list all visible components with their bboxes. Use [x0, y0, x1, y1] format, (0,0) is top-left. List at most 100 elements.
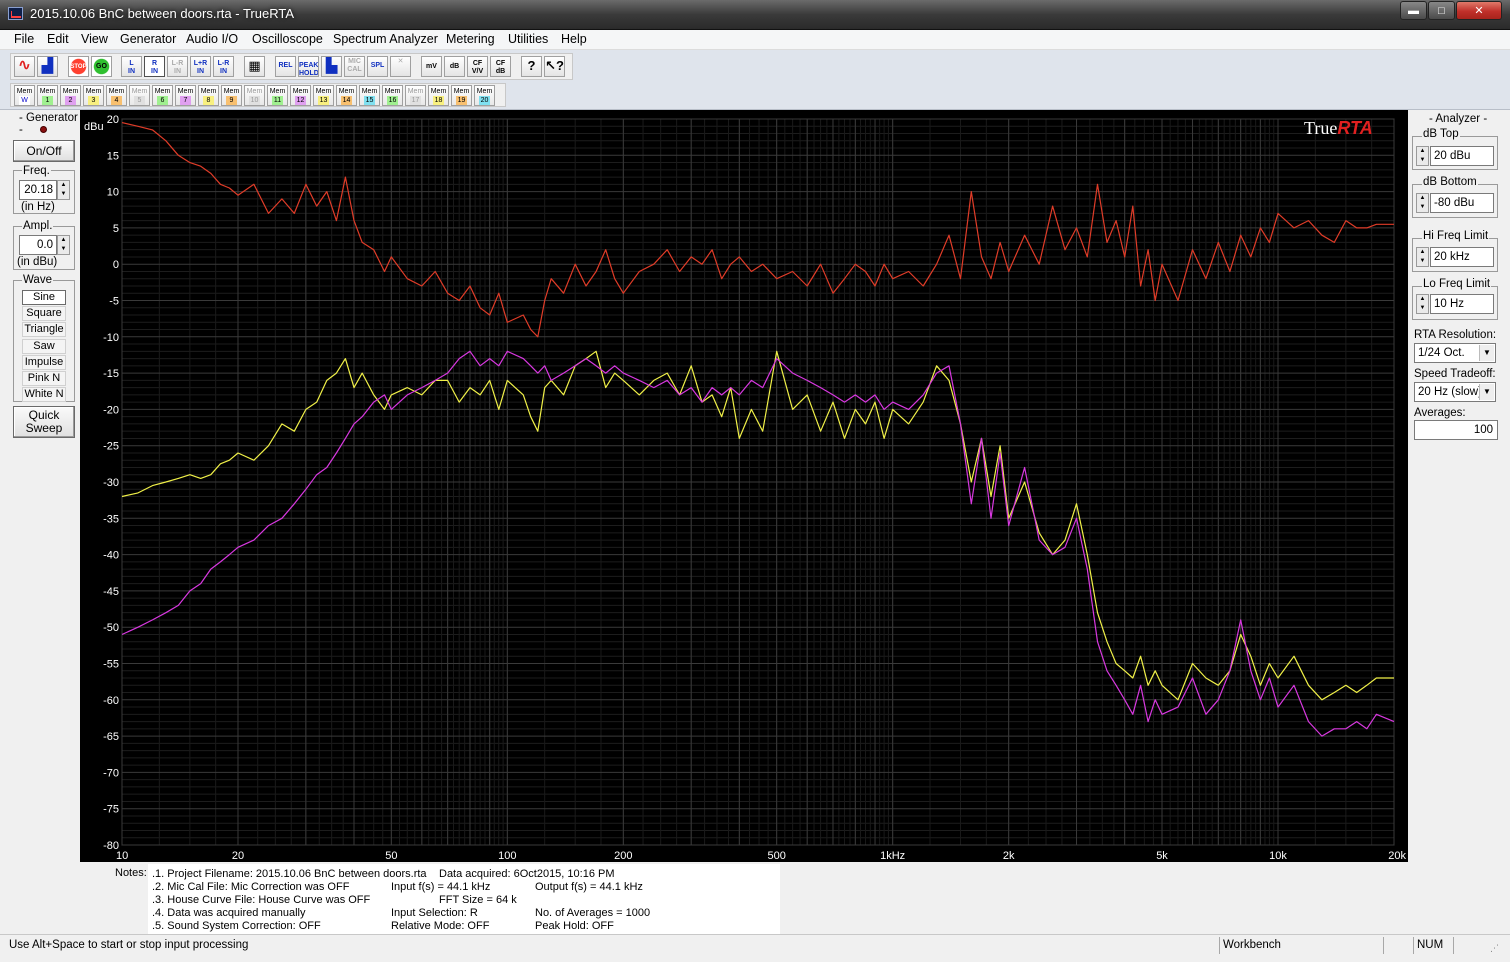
wave-pink-noise-button[interactable]: Pink N	[22, 371, 66, 386]
wave-white-noise-button[interactable]: White N	[22, 387, 66, 402]
lo-freq-input[interactable]: 10 Hz	[1430, 294, 1494, 314]
memory-number: 1	[42, 96, 53, 105]
hi-freq-input[interactable]: 20 kHz	[1430, 247, 1494, 267]
toolbar-lpr-in-button[interactable]: L+R IN	[190, 56, 211, 77]
memory-4-button[interactable]: Mem 4	[106, 85, 127, 106]
memory-1-button[interactable]: Mem 1	[37, 85, 58, 106]
toolbar-lmr-in-label: L-R	[217, 60, 230, 67]
toolbar-mic-cal-button[interactable]: MIC CAL	[344, 56, 365, 77]
note-input-selection: Input Selection: R	[391, 907, 478, 919]
ampl-input[interactable]: 0.0	[19, 235, 57, 255]
hi-freq-label: Hi Freq Limit	[1422, 230, 1490, 242]
toolbar-cf-vv-button[interactable]: CF V/V	[467, 56, 488, 77]
memory-3-button[interactable]: Mem 3	[83, 85, 104, 106]
memory-12-button[interactable]: Mem 12	[290, 85, 311, 106]
freq-input[interactable]: 20.18	[19, 180, 57, 200]
toolbar-cf-db-button[interactable]: CF dB	[490, 56, 511, 77]
spectrum-chart[interactable]: 20 15 10 5 0 -5 -10 -15 -20 -25 -30 -35 -40 -45 -50 -55…	[80, 110, 1408, 862]
memory-10-button[interactable]: Mem 10	[244, 85, 265, 106]
memory-5-button[interactable]: Mem 5	[129, 85, 150, 106]
db-bottom-spin-icon[interactable]: ▲ ▼	[1416, 193, 1429, 213]
resize-grip-icon[interactable]: ⋰	[1490, 943, 1499, 954]
menu-generator[interactable]: Generator	[120, 32, 176, 46]
memory-14-button[interactable]: Mem 14	[336, 85, 357, 106]
toolbar-spectrum-button[interactable]: ▟	[37, 56, 58, 77]
speed-tradeoff-select[interactable]: 20 Hz (slow) ▼	[1414, 382, 1496, 402]
wave-sine-button[interactable]: Sine	[22, 290, 66, 305]
toolbar-l-in-button[interactable]: L IN	[121, 56, 142, 77]
memory-15-button[interactable]: Mem 15	[359, 85, 380, 106]
memory-label: Mem	[361, 88, 378, 95]
menu-view[interactable]: View	[81, 32, 108, 46]
wave-triangle-button[interactable]: Triangle	[22, 322, 66, 337]
close-button[interactable]: ✕	[1456, 1, 1502, 20]
memory-label: Mem	[384, 88, 401, 95]
freq-spin-icon[interactable]: ▲ ▼	[57, 180, 70, 200]
wave-impulse-button[interactable]: Impulse	[22, 355, 66, 370]
wave-square-button[interactable]: Square	[22, 306, 66, 321]
maximize-button[interactable]: □	[1428, 1, 1455, 20]
toolbar-go-button[interactable]: GO	[91, 56, 112, 77]
memory-16-button[interactable]: Mem 16	[382, 85, 403, 106]
toolbar-r-in-button[interactable]: R IN	[144, 56, 165, 77]
menu-audio-io[interactable]: Audio I/O	[186, 32, 238, 46]
memory-label: Mem	[430, 88, 447, 95]
memory-20-button[interactable]: Mem 20	[474, 85, 495, 106]
memory-8-button[interactable]: Mem 8	[198, 85, 219, 106]
menu-help[interactable]: Help	[561, 32, 587, 46]
toolbar-help-button[interactable]: ?	[521, 56, 542, 77]
x-tick-label: 100	[498, 850, 516, 862]
menu-utilities[interactable]: Utilities	[508, 32, 548, 46]
menu-oscilloscope[interactable]: Oscilloscope	[252, 32, 323, 46]
memory-9-button[interactable]: Mem 9	[221, 85, 242, 106]
wave-saw-button[interactable]: Saw	[22, 339, 66, 354]
memory-19-button[interactable]: Mem 19	[451, 85, 472, 106]
chevron-down-icon[interactable]: ▼	[1479, 345, 1494, 361]
chevron-down-icon[interactable]: ▼	[1479, 384, 1494, 400]
toolbar-db-button[interactable]: dB	[444, 56, 465, 77]
minimize-button[interactable]: ▬	[1400, 1, 1427, 20]
menu-file[interactable]: File	[14, 32, 34, 46]
rta-resolution-select[interactable]: 1/24 Oct. ▼	[1414, 343, 1496, 363]
averages-input[interactable]: 100	[1414, 420, 1498, 440]
toolbar-sine-wave-button[interactable]: ∿	[14, 56, 35, 77]
generator-on-off-button[interactable]: On/Off	[13, 140, 75, 162]
memory-17-button[interactable]: Mem 17	[405, 85, 426, 106]
memory-13-button[interactable]: Mem 13	[313, 85, 334, 106]
toolbar-context-help-button[interactable]: ↖?	[544, 56, 565, 77]
db-bottom-input[interactable]: -80 dBu	[1430, 193, 1494, 213]
toolbar-grid-button[interactable]: ▦	[244, 56, 265, 77]
quick-sweep-button[interactable]: Quick Sweep	[13, 406, 75, 438]
toolbar-x-button[interactable]: ✕	[390, 56, 411, 77]
memory-7-button[interactable]: Mem 7	[175, 85, 196, 106]
x-tick-label: 20k	[1388, 850, 1406, 862]
hi-freq-spin-icon[interactable]: ▲ ▼	[1416, 247, 1429, 267]
ampl-spin-icon[interactable]: ▲ ▼	[57, 235, 70, 255]
memory-18-button[interactable]: Mem 18	[428, 85, 449, 106]
toolbar-rel-button[interactable]: REL	[275, 56, 296, 77]
toolbar-x-label: ✕	[397, 58, 404, 65]
memory-11-button[interactable]: Mem 11	[267, 85, 288, 106]
db-top-spin-icon[interactable]: ▲ ▼	[1416, 146, 1429, 166]
toolbar-peak-hold-button[interactable]: PEAK HOLD	[298, 56, 319, 77]
menu-edit[interactable]: Edit	[47, 32, 69, 46]
lo-freq-spin-icon[interactable]: ▲ ▼	[1416, 294, 1429, 314]
toolbar-spl-button[interactable]: SPL	[367, 56, 388, 77]
memory-W-button[interactable]: Mem W	[14, 85, 35, 106]
toolbar-l-r-in-button[interactable]: L-R IN	[167, 56, 188, 77]
toolbar-cf-db-sublabel: dB	[495, 68, 506, 75]
menu-spectrum-analyzer[interactable]: Spectrum Analyzer	[333, 32, 438, 46]
memory-2-button[interactable]: Mem 2	[60, 85, 81, 106]
toolbar-lmr-in-button[interactable]: L-R IN	[213, 56, 234, 77]
toolbar-area: ∿ ▟ STOP GO L IN R IN L-R IN L+R IN L-R IN ▦ REL PEAK HOL…	[0, 50, 1510, 110]
toolbar-mv-button[interactable]: mV	[421, 56, 442, 77]
memory-label: Mem	[223, 88, 240, 95]
lo-freq-label: Lo Freq Limit	[1422, 278, 1492, 290]
spectrum-chart-svg[interactable]: 20151050-5-10-15-20-25-30-35-40-45-50-55…	[80, 110, 1408, 862]
toolbar-bars-button[interactable]: ▙	[321, 56, 342, 77]
db-top-input[interactable]: 20 dBu	[1430, 146, 1494, 166]
menu-metering[interactable]: Metering	[446, 32, 495, 46]
memory-number: 17	[410, 96, 421, 105]
toolbar-stop-button[interactable]: STOP	[68, 56, 89, 77]
memory-6-button[interactable]: Mem 6	[152, 85, 173, 106]
